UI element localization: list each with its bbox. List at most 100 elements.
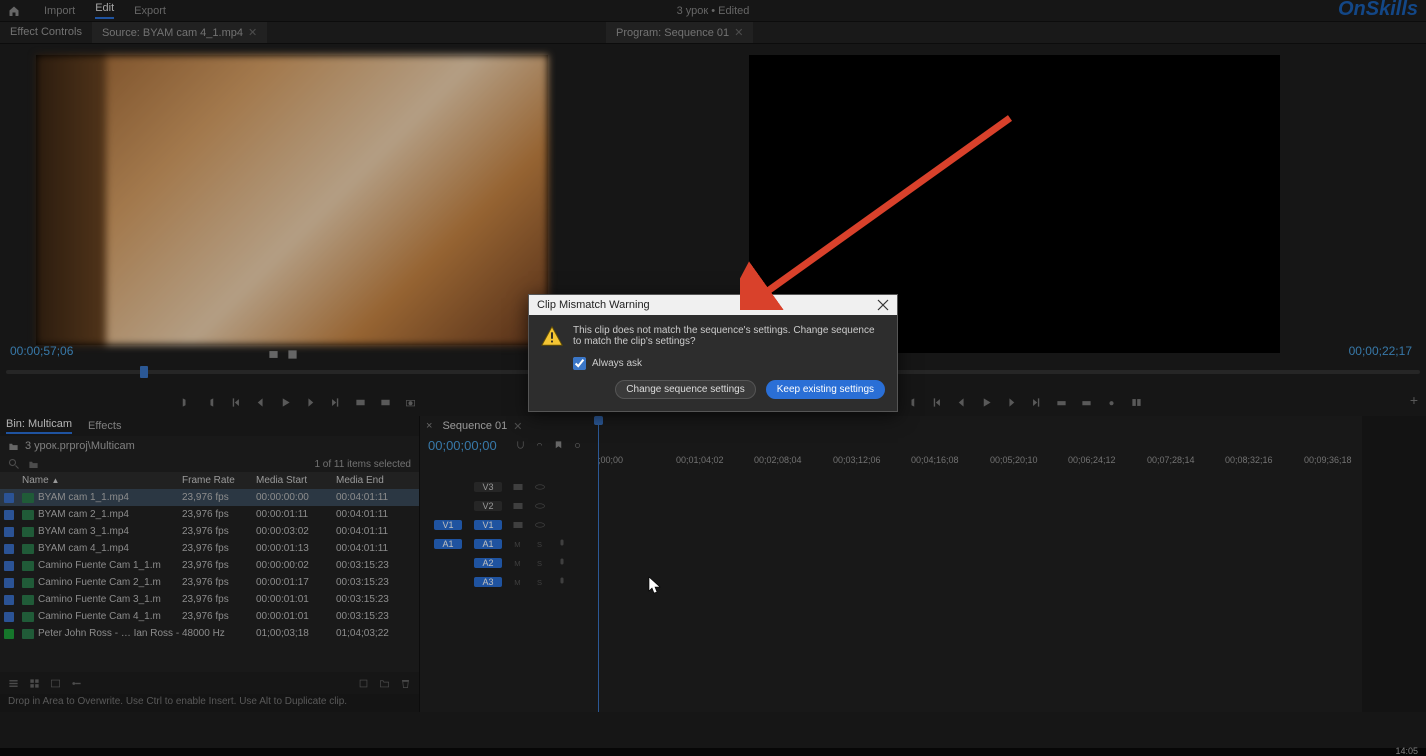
trash-icon[interactable]: [400, 678, 411, 689]
linked-sel-icon[interactable]: [534, 440, 545, 451]
col-fps[interactable]: Frame Rate: [182, 475, 256, 486]
tab-edit[interactable]: Edit: [95, 2, 114, 19]
mute-icon[interactable]: M: [512, 576, 524, 588]
table-row[interactable]: Camino Fuente Cam 4_1.m23,976 fps00:00:0…: [0, 608, 419, 625]
close-icon[interactable]: ✕: [731, 27, 743, 39]
go-out-icon[interactable]: [1031, 397, 1042, 408]
program-timecode[interactable]: 00;00;22;17: [1349, 344, 1412, 358]
insert-icon[interactable]: [355, 397, 366, 408]
change-sequence-button[interactable]: Change sequence settings: [615, 380, 755, 399]
table-row[interactable]: BYAM cam 1_1.mp423,976 fps00:00:00:0000:…: [0, 489, 419, 506]
step-fwd-icon[interactable]: [305, 397, 316, 408]
mark-out-icon[interactable]: [205, 397, 216, 408]
new-item-icon[interactable]: [358, 678, 369, 689]
zoom-slider-icon[interactable]: [71, 678, 82, 689]
table-row[interactable]: Camino Fuente Cam 1_1.m23,976 fps00:00:0…: [0, 557, 419, 574]
mute-icon[interactable]: M: [512, 557, 524, 569]
table-row[interactable]: BYAM cam 2_1.mp423,976 fps00:00:01:1100:…: [0, 506, 419, 523]
panel-source[interactable]: Source: BYAM cam 4_1.mp4 ✕: [92, 22, 267, 43]
track-a1[interactable]: A1: [474, 539, 502, 549]
col-mstart[interactable]: Media Start: [256, 475, 336, 486]
source-timecode[interactable]: 00:00;57;06: [10, 344, 73, 358]
src-a1[interactable]: A1: [434, 539, 462, 549]
close-icon[interactable]: [877, 299, 889, 311]
col-name[interactable]: Name ▲: [22, 475, 182, 486]
toggle-output-icon[interactable]: [512, 500, 524, 512]
track-v1[interactable]: V1: [474, 520, 502, 530]
src-v1[interactable]: V1: [434, 520, 462, 530]
solo-icon[interactable]: S: [534, 538, 546, 550]
project-title: 3 урок • Edited: [677, 5, 750, 17]
eye-icon[interactable]: [534, 500, 546, 512]
source-viewer[interactable]: [36, 55, 548, 345]
mute-icon[interactable]: M: [512, 538, 524, 550]
mark-in-icon[interactable]: [180, 397, 191, 408]
step-back-icon[interactable]: [255, 397, 266, 408]
source-scrub[interactable]: [6, 364, 590, 378]
step-back-icon[interactable]: [956, 397, 967, 408]
timeline-playhead-tc[interactable]: 00;00;00;00: [428, 438, 497, 453]
toggle-output-icon[interactable]: [512, 481, 524, 493]
svg-text:M: M: [514, 559, 520, 568]
solo-icon[interactable]: S: [534, 557, 546, 569]
eye-icon[interactable]: [534, 519, 546, 531]
lift-icon[interactable]: [1056, 397, 1067, 408]
tab-import[interactable]: Import: [44, 5, 75, 17]
tab-export[interactable]: Export: [134, 5, 166, 17]
camera-icon[interactable]: [1106, 397, 1117, 408]
new-bin-icon[interactable]: [379, 678, 390, 689]
timeline-tracks[interactable]: V3 V2 V1V1 A1A1MS A2MS A3MS: [420, 477, 1362, 712]
table-row[interactable]: Camino Fuente Cam 3_1.m23,976 fps00:00:0…: [0, 591, 419, 608]
track-v3[interactable]: V3: [474, 482, 502, 492]
always-ask-checkbox[interactable]: [573, 357, 586, 370]
extract-icon[interactable]: [1081, 397, 1092, 408]
panel-program[interactable]: Program: Sequence 01 ✕: [606, 22, 753, 43]
toggle-output-icon[interactable]: [512, 519, 524, 531]
mic-icon[interactable]: [556, 557, 568, 569]
step-fwd-icon[interactable]: [1006, 397, 1017, 408]
export-frame-icon[interactable]: [287, 349, 298, 360]
tab-effects[interactable]: Effects: [88, 420, 121, 432]
solo-icon[interactable]: S: [534, 576, 546, 588]
snap-icon[interactable]: [515, 440, 526, 451]
go-in-icon[interactable]: [931, 397, 942, 408]
close-icon[interactable]: ✕: [245, 27, 257, 39]
table-row[interactable]: BYAM cam 3_1.mp423,976 fps00:00:03:0200:…: [0, 523, 419, 540]
overwrite-icon[interactable]: [380, 397, 391, 408]
close-icon[interactable]: ✕: [513, 420, 522, 433]
home-icon[interactable]: [8, 5, 20, 17]
folder-icon[interactable]: [28, 459, 39, 470]
mic-icon[interactable]: [556, 538, 568, 550]
marker-icon[interactable]: [553, 440, 564, 451]
always-ask-check[interactable]: Always ask: [573, 357, 885, 370]
compare-icon[interactable]: [1131, 397, 1142, 408]
go-in-icon[interactable]: [230, 397, 241, 408]
timeline-ruler[interactable]: ;00;0000;01;04;0200;02;08;0400;03;12;060…: [598, 455, 1362, 475]
track-v2[interactable]: V2: [474, 501, 502, 511]
play-icon[interactable]: [280, 397, 291, 408]
mark-out-icon[interactable]: [906, 397, 917, 408]
table-row[interactable]: BYAM cam 4_1.mp423,976 fps00:00:01:1300:…: [0, 540, 419, 557]
clip-mismatch-dialog: Clip Mismatch Warning This clip does not…: [528, 294, 898, 412]
freeform-icon[interactable]: [50, 678, 61, 689]
go-out-icon[interactable]: [330, 397, 341, 408]
play-icon[interactable]: [981, 397, 992, 408]
eye-icon[interactable]: [534, 481, 546, 493]
add-button-icon[interactable]: +: [1410, 392, 1418, 408]
panel-effect-controls[interactable]: Effect Controls: [0, 22, 92, 43]
search-icon[interactable]: [8, 458, 20, 470]
camera-icon[interactable]: [405, 397, 416, 408]
settings-icon[interactable]: [572, 440, 583, 451]
track-a3[interactable]: A3: [474, 577, 502, 587]
mic-icon[interactable]: [556, 576, 568, 588]
table-row[interactable]: Camino Fuente Cam 2_1.m23,976 fps00:00:0…: [0, 574, 419, 591]
icon-view-icon[interactable]: [29, 678, 40, 689]
timeline-tab[interactable]: Sequence 01: [442, 420, 507, 432]
tab-bin-multicam[interactable]: Bin: Multicam: [6, 418, 72, 434]
track-a2[interactable]: A2: [474, 558, 502, 568]
col-mend[interactable]: Media End: [336, 475, 416, 486]
list-view-icon[interactable]: [8, 678, 19, 689]
keep-settings-button[interactable]: Keep existing settings: [766, 380, 885, 399]
table-row[interactable]: Peter John Ross - … Ian Ross -48000 Hz01…: [0, 625, 419, 642]
markers-icon[interactable]: [268, 349, 279, 360]
